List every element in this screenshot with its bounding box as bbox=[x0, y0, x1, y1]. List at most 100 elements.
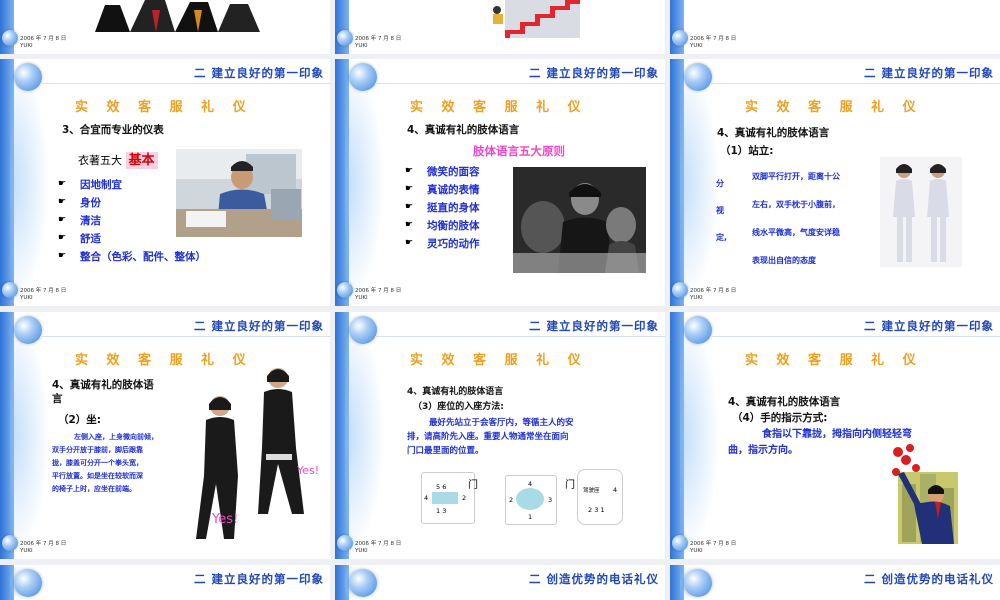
door-label-1: 门 bbox=[468, 480, 478, 491]
round-table-shape bbox=[516, 488, 544, 510]
orb-icon bbox=[349, 63, 377, 91]
sidebar-wave bbox=[10, 312, 50, 559]
pointing-hand-icon: ☛ bbox=[58, 197, 67, 207]
slide-thumbnail-8[interactable]: 二 建立良好的第一印象 实 效 客 服 礼 仪 4、真诚有礼的肢体语言 （3）座… bbox=[335, 312, 665, 559]
people-photo bbox=[513, 167, 646, 273]
section-heading: 4、真诚有礼的肢体语 言 bbox=[52, 379, 154, 405]
orb-icon bbox=[14, 569, 42, 597]
slide-date: 2006 年 7 月 8 日 YUKI bbox=[20, 288, 67, 301]
pointing-hand-icon: ☛ bbox=[58, 251, 67, 261]
slide-thumbnail-10[interactable]: 二 建立良好的第一印象 bbox=[0, 565, 330, 600]
slide-header: 二 建立良好的第一印象 bbox=[528, 319, 659, 333]
list-item: ☛ 真诚的表情 bbox=[405, 183, 480, 196]
sidebar-wave bbox=[345, 59, 385, 306]
slide-subtitle: 实 效 客 服 礼 仪 bbox=[410, 100, 588, 115]
orb-icon bbox=[672, 282, 688, 298]
slide-thumbnail-1[interactable]: 2006 年 7 月 8 日 YUKI bbox=[0, 0, 330, 54]
slide-header: 二 建立良好的第一印象 bbox=[863, 319, 994, 333]
slide-date: 2006 年 7 月 8 日 YUKI bbox=[690, 288, 737, 301]
slide-subtitle: 实 效 客 服 礼 仪 bbox=[75, 100, 253, 115]
left-chars: 分 视 定, bbox=[716, 179, 728, 242]
orb-icon bbox=[2, 282, 18, 298]
staircase-illustration bbox=[485, 0, 580, 38]
slide-thumbnail-2[interactable]: 2006 年 7 月 8 日 YUKI bbox=[335, 0, 665, 54]
standing-women-photo bbox=[880, 157, 962, 267]
office-photo bbox=[176, 149, 302, 237]
orb-icon bbox=[337, 282, 353, 298]
header-divider bbox=[710, 336, 1000, 337]
slide-thumbnail-6[interactable]: 二 建立良好的第一印象 实 效 客 服 礼 仪 4、真诚有礼的肢体语言 （1）站… bbox=[670, 59, 1000, 306]
list-item: ☛ 挺直的身体 bbox=[405, 201, 480, 214]
subsection-heading: （3）座位的入座方法: bbox=[413, 402, 504, 412]
pointing-hand-icon: ☛ bbox=[405, 202, 414, 212]
list-item: ☛ 灵巧的动作 bbox=[405, 237, 480, 250]
slide-thumbnail-4[interactable]: 二 建立良好的第一印象 实 效 客 服 礼 仪 3、合宜而专业的仪表 衣著五大 … bbox=[0, 59, 330, 306]
section-heading: 3、合宜而专业的仪表 bbox=[62, 124, 164, 136]
section-heading: 4、真诚有礼的肢体语言 bbox=[728, 396, 841, 408]
table-shape bbox=[432, 492, 458, 504]
slide-thumbnail-7[interactable]: 二 建立良好的第一印象 实 效 客 服 礼 仪 4、真诚有礼的肢体语 言 （2）… bbox=[0, 312, 330, 559]
pointing-hand-icon: ☛ bbox=[58, 233, 67, 243]
pointing-hand-icon: ☛ bbox=[405, 220, 414, 230]
pointing-hand-icon: ☛ bbox=[58, 179, 67, 189]
slide-header: 二 建立良好的第一印象 bbox=[863, 66, 994, 80]
sidebar-stripe bbox=[335, 0, 349, 54]
orb-icon bbox=[684, 63, 712, 91]
business-people-illustration bbox=[90, 0, 265, 32]
orb-icon bbox=[337, 30, 353, 46]
hand-gesture-paragraph: 食指以下靠拢，拇指向内侧轻轻弯 曲，指示方向。 bbox=[728, 429, 912, 456]
subsection-heading: （2）坐: bbox=[58, 414, 102, 426]
slide-header: 二 建立良好的第一印象 bbox=[193, 319, 324, 333]
orb-icon bbox=[684, 316, 712, 344]
slide-header: 二 创造优势的电话礼仪 bbox=[528, 572, 659, 586]
section-heading: 4、真诚有礼的肢体语言 bbox=[407, 124, 520, 136]
header-divider bbox=[40, 83, 330, 84]
list-item: ☛ 整合（色彩、配件、整体） bbox=[58, 250, 206, 263]
orb-icon bbox=[14, 316, 42, 344]
car-seating-diagram: 驾驶座 4 2 3 1 bbox=[577, 469, 623, 525]
bullet-list: ☛ 微笑的面容 ☛ 真诚的表情 ☛ 挺直的身体 ☛ 均衡的肢体 ☛ 灵巧的动作 bbox=[405, 162, 480, 252]
seating-diagram-2: 4 2 3 1 bbox=[505, 475, 557, 525]
slide-thumbnail-11[interactable]: 二 创造优势的电话礼仪 bbox=[335, 565, 665, 600]
orb-icon bbox=[672, 30, 688, 46]
slide-thumbnail-9[interactable]: 二 建立良好的第一印象 实 效 客 服 礼 仪 4、真诚有礼的肢体语言 （4）手… bbox=[670, 312, 1000, 559]
door-label-2: 门 bbox=[565, 480, 575, 491]
sidebar-stripe bbox=[0, 0, 14, 54]
slide-date: 2006 年 7 月 8 日 YUKI bbox=[20, 36, 67, 49]
yes-label-1: Yes! bbox=[297, 464, 320, 477]
sitting-women-illustration bbox=[182, 368, 304, 546]
yes-label-2: Yes! bbox=[212, 512, 239, 527]
slide-date: 2006 年 7 月 8 日 YUKI bbox=[355, 36, 402, 49]
orb-icon bbox=[14, 63, 42, 91]
slide-thumbnail-3[interactable]: 2006 年 7 月 8 日 YUKI bbox=[670, 0, 1000, 54]
slide-subtitle: 实 效 客 服 礼 仪 bbox=[745, 353, 923, 368]
seating-diagram-1: 5 6 4 2 1 3 bbox=[421, 472, 475, 524]
pointing-hand-icon: ☛ bbox=[405, 184, 414, 194]
standing-description: 双脚平行打开，距离十公 左右，双手枕于小腹前， bbox=[752, 172, 840, 209]
slide-date: 2006 年 7 月 8 日 YUKI bbox=[355, 541, 402, 554]
slide-thumbnail-12[interactable]: 二 创造优势的电话礼仪 bbox=[670, 565, 1000, 600]
orb-icon bbox=[337, 535, 353, 551]
principles-title: 肢体语言五大原则 bbox=[473, 144, 565, 158]
slide-thumbnail-5[interactable]: 二 建立良好的第一印象 实 效 客 服 礼 仪 4、真诚有礼的肢体语言 肢体语言… bbox=[335, 59, 665, 306]
highlight-basic: 基本 bbox=[125, 152, 158, 169]
standing-description-2: 线水平微高，气度安详稳 表现出自信的态度 bbox=[752, 228, 840, 265]
slide-header: 二 建立良好的第一印象 bbox=[528, 66, 659, 80]
sidebar-wave bbox=[680, 59, 720, 306]
header-divider bbox=[40, 336, 330, 337]
section-heading: 4、真诚有礼的肢体语言 bbox=[717, 127, 830, 139]
orb-icon bbox=[349, 316, 377, 344]
sidebar-stripe bbox=[670, 0, 684, 54]
sitting-description: 左侧入座，上身微向前倾， 双手分开放于膝前，脚后跟靠 拢，膝盖可分开一个拳头宽，… bbox=[52, 433, 158, 493]
slide-date: 2006 年 7 月 8 日 YUKI bbox=[355, 288, 402, 301]
sidebar-wave bbox=[10, 59, 50, 306]
slide-header: 二 建立良好的第一印象 bbox=[193, 572, 324, 586]
slide-date: 2006 年 7 月 8 日 YUKI bbox=[20, 541, 67, 554]
seating-paragraph: 最好先站立于会客厅内，等循主人的安 排，请高阶先入座。重要人物通常坐在面向 门口… bbox=[407, 418, 574, 456]
orb-icon bbox=[349, 569, 377, 597]
slide-header: 二 建立良好的第一印象 bbox=[193, 66, 324, 80]
businessman-pointing-illustration bbox=[892, 444, 958, 544]
slide-date: 2006 年 7 月 8 日 YUKI bbox=[690, 541, 737, 554]
subsection-heading: （4）手的指示方式: bbox=[732, 412, 828, 424]
section-heading: 4、真诚有礼的肢体语言 bbox=[407, 387, 504, 397]
